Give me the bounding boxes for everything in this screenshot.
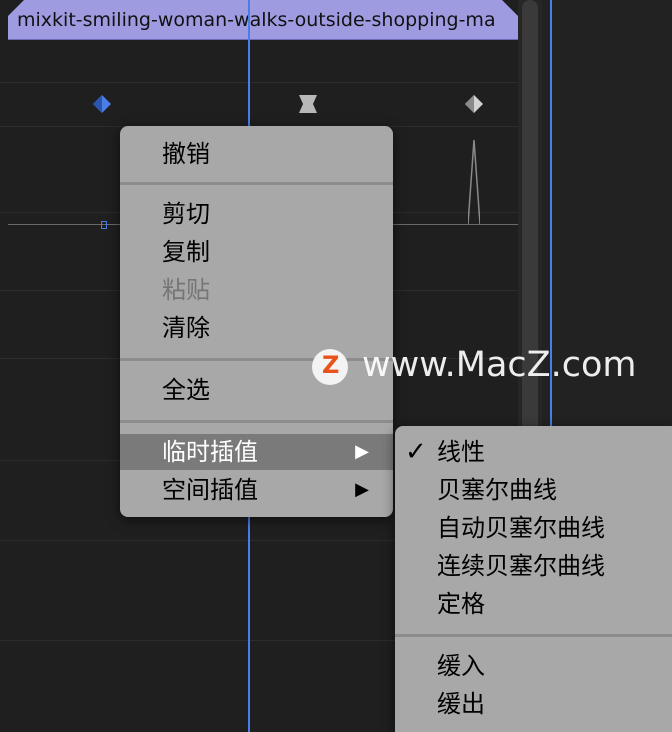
menu-item-label: 粘贴 — [162, 276, 210, 304]
watermark-text: www.MacZ.com — [362, 345, 637, 385]
submenu-item-label: 自动贝塞尔曲线 — [437, 514, 605, 542]
submenu-item-label: 线性 — [437, 438, 485, 466]
menu-separator — [120, 182, 393, 185]
menu-item-undo[interactable]: 撤销 — [120, 136, 393, 172]
submenu-item-ease-in[interactable]: 缓入 — [395, 648, 672, 684]
menu-item-cut[interactable]: 剪切 — [120, 196, 393, 232]
clip-edge-right — [502, 0, 518, 16]
menu-item-copy[interactable]: 复制 — [120, 234, 393, 270]
submenu-item-hold[interactable]: 定格 — [395, 586, 672, 622]
menu-item-label: 剪切 — [162, 200, 210, 228]
menu-item-temporal-interpolation[interactable]: 临时插值 ▶ — [120, 434, 393, 470]
submenu-arrow-icon: ▶ — [355, 479, 369, 500]
submenu-item-label: 贝塞尔曲线 — [437, 476, 557, 504]
menu-item-select-all[interactable]: 全选 — [120, 372, 393, 408]
clip-bar[interactable]: mixkit-smiling-woman-walks-outside-shopp… — [8, 0, 518, 40]
menu-item-label: 清除 — [162, 314, 210, 342]
submenu-item-ease-out[interactable]: 缓出 — [395, 686, 672, 722]
graph-spike — [468, 140, 480, 225]
menu-item-label: 全选 — [162, 376, 210, 404]
keyframe-diamond-icon[interactable] — [464, 94, 484, 114]
clip-title: mixkit-smiling-woman-walks-outside-shopp… — [17, 9, 496, 31]
submenu-item-bezier[interactable]: 贝塞尔曲线 — [395, 472, 672, 508]
interpolation-submenu: ✓ 线性 贝塞尔曲线 自动贝塞尔曲线 连续贝塞尔曲线 定格 缓入 缓出 — [395, 426, 672, 732]
menu-item-label: 撤销 — [162, 140, 210, 168]
checkmark-icon: ✓ — [405, 437, 427, 467]
submenu-item-label: 缓出 — [437, 690, 485, 718]
menu-item-clear[interactable]: 清除 — [120, 310, 393, 346]
submenu-item-label: 定格 — [437, 590, 485, 618]
menu-item-label: 空间插值 — [162, 476, 258, 504]
track-divider — [0, 82, 518, 83]
keyframe-diamond-icon[interactable] — [92, 94, 112, 114]
watermark-logo-letter: Z — [322, 351, 340, 379]
menu-separator — [120, 358, 393, 361]
submenu-item-continuous-bezier[interactable]: 连续贝塞尔曲线 — [395, 548, 672, 584]
graph-handle[interactable] — [101, 221, 107, 229]
menu-item-label: 复制 — [162, 238, 210, 266]
menu-item-label: 临时插值 — [162, 438, 258, 466]
submenu-item-linear[interactable]: ✓ 线性 — [395, 434, 672, 470]
menu-item-spatial-interpolation[interactable]: 空间插值 ▶ — [120, 472, 393, 508]
submenu-arrow-icon: ▶ — [355, 441, 369, 462]
menu-separator — [395, 634, 672, 637]
submenu-item-label: 连续贝塞尔曲线 — [437, 552, 605, 580]
context-menu: 撤销 剪切 复制 粘贴 清除 全选 临时插值 ▶ 空间插值 ▶ — [120, 126, 393, 517]
menu-item-paste: 粘贴 — [120, 272, 393, 308]
submenu-item-label: 缓入 — [437, 652, 485, 680]
submenu-item-auto-bezier[interactable]: 自动贝塞尔曲线 — [395, 510, 672, 546]
menu-separator — [120, 420, 393, 423]
keyframe-hold-icon[interactable] — [298, 94, 318, 114]
